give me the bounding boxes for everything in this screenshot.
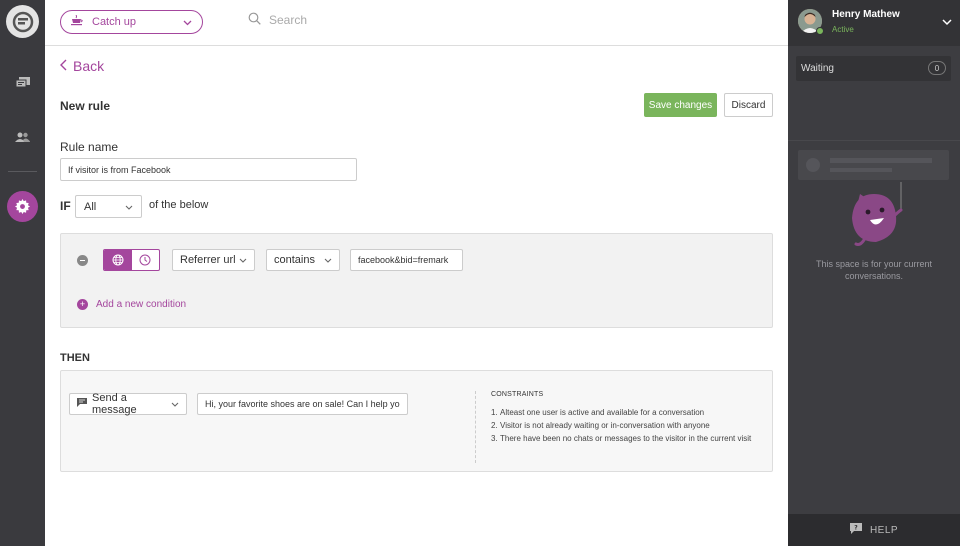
chevron-down-icon	[324, 254, 332, 266]
rule-name-label: Rule name	[60, 140, 119, 154]
top-bar: Catch up Search	[45, 0, 788, 46]
clock-icon[interactable]	[132, 250, 160, 270]
user-status: Active	[832, 25, 854, 34]
mascot-icon	[846, 180, 906, 251]
if-label: IF	[60, 199, 71, 213]
plus-icon: +	[77, 299, 88, 310]
condition-field-select[interactable]: Referrer url	[172, 249, 255, 271]
help-button[interactable]: ? HELP	[788, 514, 960, 546]
condition-value-input[interactable]	[350, 249, 463, 271]
condition-kind-toggle	[103, 249, 160, 271]
action-type-select[interactable]: Send a message	[69, 392, 187, 416]
left-nav	[0, 0, 45, 546]
coffee-cup-icon	[71, 14, 84, 29]
chevron-down-icon[interactable]	[942, 15, 952, 29]
app-logo-icon[interactable]	[6, 5, 39, 38]
list-item: 2. Visitor is not already waiting or in-c…	[491, 421, 710, 430]
placeholder-conversation-card	[798, 150, 949, 180]
list-item: 3. There have been no chats or messages t…	[491, 434, 752, 443]
conversations-panel: Henry Mathew Active Waiting 0 This space…	[788, 0, 960, 546]
user-name: Henry Mathew	[832, 9, 900, 20]
settings-gear-icon[interactable]	[7, 191, 38, 222]
condition-operator-select[interactable]: contains	[266, 249, 340, 271]
conditions-panel: Referrer url contains + Add a new condit…	[60, 233, 773, 328]
add-condition-button[interactable]: + Add a new condition	[77, 299, 186, 310]
match-suffix-label: of the below	[149, 199, 209, 211]
then-label: THEN	[60, 352, 90, 364]
chevron-down-icon	[171, 398, 179, 410]
help-icon: ?	[849, 523, 862, 537]
message-input[interactable]	[197, 393, 408, 415]
page-title: New rule	[60, 99, 111, 113]
status-label: Catch up	[92, 16, 137, 28]
message-icon	[77, 398, 87, 410]
waiting-queue[interactable]: Waiting 0	[796, 56, 951, 81]
search-box[interactable]: Search	[248, 12, 307, 28]
back-link[interactable]: Back	[60, 58, 104, 74]
chevron-down-icon	[239, 254, 247, 266]
chevron-left-icon	[60, 58, 67, 74]
status-select[interactable]: Catch up	[60, 10, 203, 34]
user-header[interactable]: Henry Mathew Active	[788, 0, 960, 46]
chevron-down-icon	[183, 15, 192, 29]
chevron-down-icon	[125, 201, 133, 213]
chats-icon[interactable]	[12, 72, 33, 93]
match-type-select[interactable]: All	[75, 195, 142, 218]
panel-divider	[788, 140, 960, 141]
svg-text:?: ?	[854, 525, 858, 532]
waiting-count-badge: 0	[928, 61, 946, 75]
save-changes-button[interactable]: Save changes	[644, 93, 717, 117]
search-input[interactable]: Search	[269, 13, 307, 27]
online-status-dot	[816, 27, 824, 35]
contacts-icon[interactable]	[12, 127, 33, 148]
rule-editor: Back New rule Save changes Discard Rule …	[45, 46, 788, 546]
constraints-list: CONSTRAINTS 1. Alteast one user is active…	[475, 391, 755, 463]
constraints-heading: CONSTRAINTS	[491, 391, 544, 398]
search-icon	[248, 12, 261, 28]
empty-conversations-text: This space is for your current conversat…	[815, 259, 933, 281]
nav-separator	[8, 171, 37, 172]
actions-panel: Send a message CONSTRAINTS 1.Alteast one…	[60, 370, 773, 472]
remove-condition-icon[interactable]	[77, 255, 88, 266]
globe-icon[interactable]	[104, 250, 132, 270]
waiting-label: Waiting	[801, 63, 834, 74]
discard-button[interactable]: Discard	[724, 93, 773, 117]
rule-name-input[interactable]	[60, 158, 357, 181]
list-item: 1. Alteast one user is active and availab…	[491, 408, 705, 417]
